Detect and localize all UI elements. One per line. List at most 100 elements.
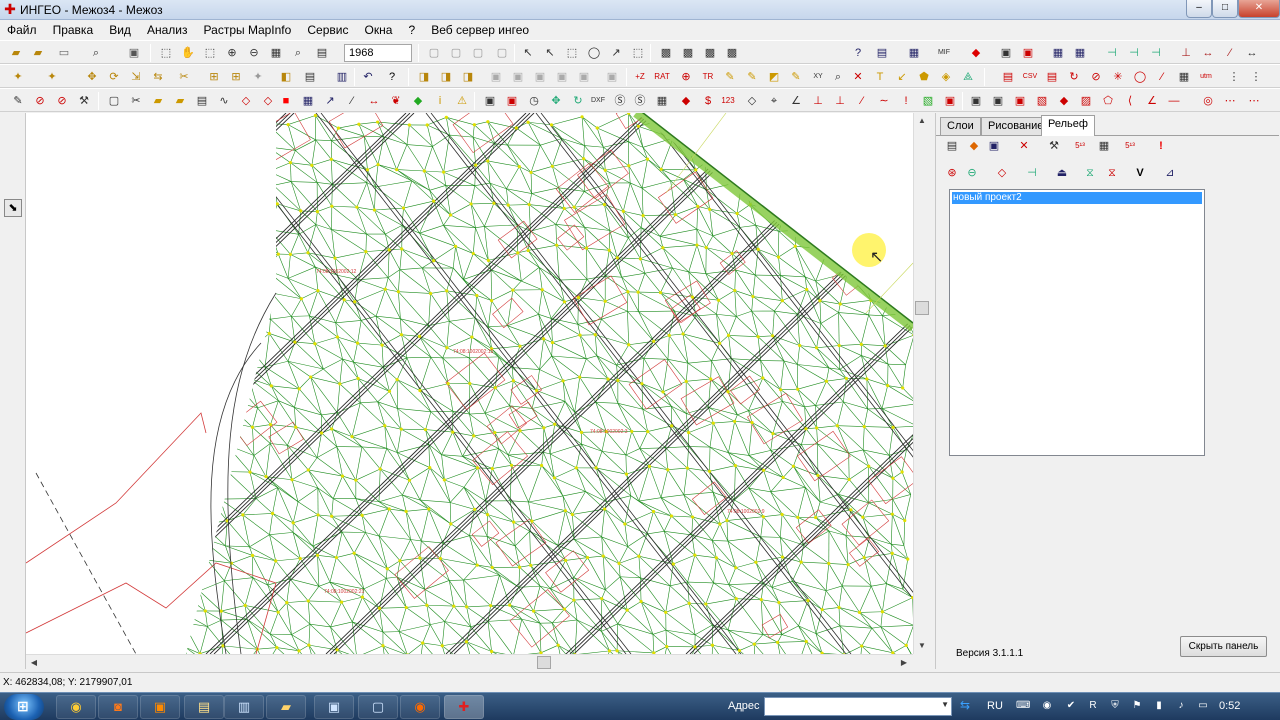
measure3-icon[interactable]: ⁄ <box>1222 45 1238 61</box>
info-icon[interactable]: ? <box>384 69 400 85</box>
triangulate2-icon[interactable]: ⧖ <box>1104 165 1120 181</box>
dim-icon[interactable]: ↔ <box>366 93 382 109</box>
stop-icon[interactable]: ⊘ <box>32 93 48 109</box>
node3-icon[interactable]: ⊣ <box>1148 45 1164 61</box>
object-c-icon[interactable]: ◨ <box>460 69 476 85</box>
utm-icon[interactable]: utm <box>1198 69 1214 85</box>
tray-security-icon[interactable]: ⛨ <box>1108 699 1122 713</box>
erase2-icon[interactable]: ◇ <box>260 93 276 109</box>
list-view-icon[interactable]: ▤ <box>944 138 960 154</box>
measure-icon[interactable]: ⊥ <box>1178 45 1194 61</box>
crosshair-icon[interactable]: ⊕ <box>678 69 694 85</box>
table-icon[interactable]: ▦ <box>1050 45 1066 61</box>
point2-icon[interactable]: ⚠ <box>454 93 470 109</box>
contour-icon[interactable]: ◇ <box>994 165 1010 181</box>
red-square-icon[interactable]: ■ <box>278 93 294 109</box>
dim3-icon[interactable]: ⊥ <box>832 93 848 109</box>
list-icon[interactable]: ▤ <box>302 69 318 85</box>
heart-icon[interactable]: ❦ <box>388 93 404 109</box>
chrome-taskbar-icon[interactable]: ◉ <box>56 695 96 719</box>
new-object-icon[interactable]: ✦ <box>10 69 26 85</box>
wave-icon[interactable]: ∼ <box>876 93 892 109</box>
slope-chart-icon[interactable]: ⊿ <box>1162 165 1178 181</box>
tray-network-icon[interactable]: ▭ <box>1196 699 1210 713</box>
xy-icon[interactable]: XY <box>810 69 826 85</box>
nodes-icon[interactable]: ∿ <box>216 93 232 109</box>
line2-icon[interactable]: ― <box>1166 93 1182 109</box>
s2-icon[interactable]: Ⓢ <box>632 93 648 109</box>
copy-object-icon[interactable]: ▢ <box>106 93 122 109</box>
semantics-icon[interactable]: ▥ <box>334 69 350 85</box>
diamond-icon[interactable]: ◆ <box>678 93 694 109</box>
tab-drawing[interactable]: Рисование <box>981 117 1051 135</box>
target-icon[interactable]: ◎ <box>1200 93 1216 109</box>
copy-icon[interactable]: ▢ <box>426 45 442 61</box>
refresh-icon[interactable]: ↻ <box>570 93 586 109</box>
csv-icon[interactable]: CSV <box>1022 69 1038 85</box>
scale-icon[interactable]: ▤ <box>314 45 330 61</box>
app-orange-taskbar-icon[interactable]: ◙ <box>98 695 138 719</box>
tools-icon[interactable]: ⚒ <box>1046 138 1062 154</box>
select-frame-icon[interactable]: ⬚ <box>158 45 174 61</box>
document-taskbar-icon[interactable]: ▥ <box>224 695 264 719</box>
object-b-icon[interactable]: ◨ <box>438 69 454 85</box>
zoom-out-icon[interactable]: ⊖ <box>246 45 262 61</box>
triangulate-icon[interactable]: ⧖ <box>1082 165 1098 181</box>
fill-icon[interactable]: ◈ <box>938 69 954 85</box>
undo-icon[interactable]: ↶ <box>360 69 376 85</box>
tin-edit-icon[interactable]: ⊖ <box>964 165 980 181</box>
export-icon[interactable]: ▤ <box>1044 69 1060 85</box>
merge2-icon[interactable]: ⊞ <box>228 69 244 85</box>
tray-flag-icon[interactable]: ⚑ <box>1130 699 1144 713</box>
compass-icon[interactable]: ⌖ <box>766 93 782 109</box>
import-icon[interactable]: ▤ <box>1000 69 1016 85</box>
dash-icon[interactable]: ⋯ <box>1222 93 1238 109</box>
ingeo-taskbar-icon[interactable]: ✚ <box>444 695 484 719</box>
group3-icon[interactable]: ▣ <box>554 69 570 85</box>
group4-icon[interactable]: ▣ <box>576 69 592 85</box>
address-go-icon[interactable]: ⇆ <box>955 698 975 715</box>
s-icon[interactable]: Ⓢ <box>612 93 628 109</box>
page-icon[interactable]: ▣ <box>482 93 498 109</box>
menu-analysis[interactable]: Анализ <box>140 20 194 37</box>
layer-icon[interactable]: ▣ <box>998 45 1014 61</box>
dim2-icon[interactable]: ⊥ <box>810 93 826 109</box>
rect-icon[interactable]: ◩ <box>766 69 782 85</box>
group5-icon[interactable]: ▣ <box>604 69 620 85</box>
numbers-icon[interactable]: 123 <box>720 93 736 109</box>
layer-red-icon[interactable]: ▣ <box>1020 45 1036 61</box>
table2-icon[interactable]: ▦ <box>1072 45 1088 61</box>
coords-icon[interactable]: ⋮ <box>1226 69 1242 85</box>
topo3-icon[interactable]: ▩ <box>702 45 718 61</box>
group-icon[interactable]: ▣ <box>488 69 504 85</box>
points2-icon[interactable]: 5¹³ <box>1122 138 1138 154</box>
menu-view[interactable]: Вид <box>102 20 137 37</box>
point-icon[interactable]: ⅰ <box>432 93 448 109</box>
mirror-icon[interactable]: ⇆ <box>150 69 166 85</box>
object-style-icon[interactable]: ✦ <box>44 69 60 85</box>
rat-icon[interactable]: RAT <box>654 69 670 85</box>
select-add-icon[interactable]: ↖ <box>542 45 558 61</box>
object-a-icon[interactable]: ◨ <box>416 69 432 85</box>
delete-project-icon[interactable]: ✕ <box>1016 138 1032 154</box>
menu-edit[interactable]: Правка <box>46 20 100 37</box>
start-button[interactable]: ⊞ <box>4 694 44 720</box>
disabled-icon[interactable]: ✦ <box>250 69 266 85</box>
menu-help[interactable]: ? <box>402 20 422 37</box>
topo4-icon[interactable]: ▩ <box>724 45 740 61</box>
page-red-icon[interactable]: ▣ <box>504 93 520 109</box>
menu-mapinfo-rasters[interactable]: Растры MapInfo <box>197 20 298 37</box>
tin-add-icon[interactable]: ⊛ <box>944 165 960 181</box>
scale-combo[interactable]: 1968 <box>344 44 412 62</box>
break-line-icon[interactable]: ⊣ <box>1024 165 1040 181</box>
points-icon[interactable]: 5¹³ <box>1072 138 1088 154</box>
open-project-icon[interactable]: ◆ <box>966 138 982 154</box>
minimize-button[interactable]: – <box>1186 0 1212 18</box>
project-item[interactable]: новый проект2 <box>952 192 1202 204</box>
horizontal-scroll-thumb[interactable] <box>537 656 551 669</box>
print-icon[interactable]: ▭ <box>56 45 72 61</box>
select-rect-icon[interactable]: ⬚ <box>564 45 580 61</box>
scroll-left-icon[interactable]: ◀ <box>26 655 42 670</box>
profile-icon[interactable]: ⏏ <box>1054 165 1070 181</box>
stamp-icon[interactable]: ▣ <box>126 45 142 61</box>
